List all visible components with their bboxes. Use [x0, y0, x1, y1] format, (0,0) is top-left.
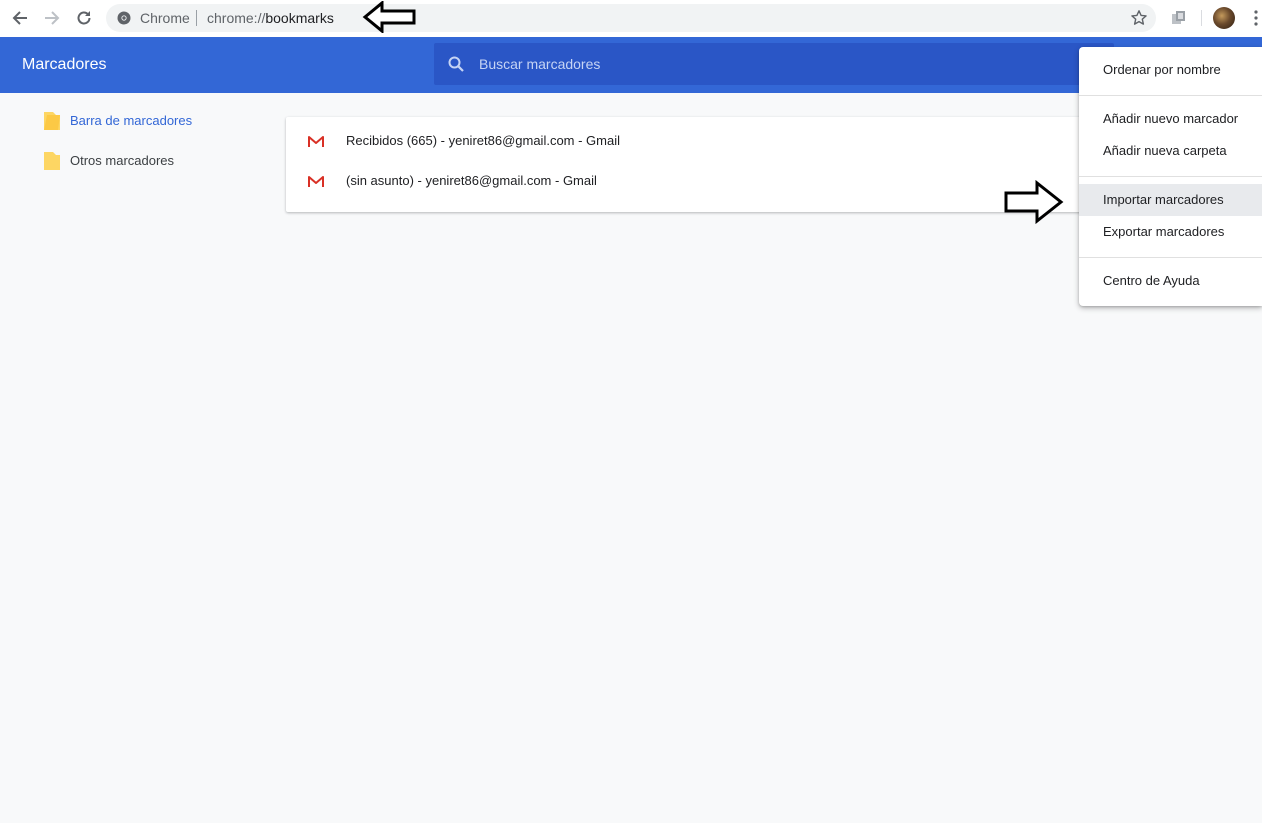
toolbar-separator	[1201, 10, 1202, 26]
sidebar-item-label: Otros marcadores	[70, 153, 175, 168]
annotation-arrow-right-icon	[1004, 180, 1064, 224]
menu-item-help-center[interactable]: Centro de Ayuda	[1079, 265, 1262, 297]
menu-item-add-folder[interactable]: Añadir nueva carpeta	[1079, 135, 1262, 167]
bookmark-title: Recibidos (665) - yeniret86@gmail.com - …	[346, 133, 621, 148]
sidebar-item-bookmarks-bar[interactable]: Barra de marcadores	[43, 111, 243, 133]
profile-avatar[interactable]	[1213, 7, 1235, 29]
url-scheme: chrome://	[207, 10, 266, 26]
chrome-page-icon	[117, 11, 131, 25]
reload-button[interactable]	[72, 6, 96, 30]
gmail-icon	[308, 136, 324, 147]
menu-divider	[1079, 257, 1262, 258]
sidebar-item-other-bookmarks[interactable]: Otros marcadores	[43, 151, 243, 173]
folder-open-icon	[44, 112, 60, 130]
menu-item-add-bookmark[interactable]: Añadir nuevo marcador	[1079, 103, 1262, 135]
back-arrow-icon	[12, 11, 27, 25]
forward-arrow-icon	[45, 11, 60, 25]
url-text[interactable]: chrome://bookmarks	[207, 10, 334, 26]
search-input[interactable]	[479, 43, 1079, 85]
bookmark-row[interactable]: (sin asunto) - yeniret86@gmail.com - Gma…	[286, 164, 1116, 204]
search-icon	[448, 56, 464, 72]
menu-item-sort-by-name[interactable]: Ordenar por nombre	[1079, 54, 1262, 86]
bookmarks-header: Marcadores	[0, 37, 1262, 93]
menu-divider	[1079, 176, 1262, 177]
bookmark-row[interactable]: Recibidos (665) - yeniret86@gmail.com - …	[286, 124, 1116, 164]
bookmark-title: (sin asunto) - yeniret86@gmail.com - Gma…	[346, 173, 597, 188]
menu-divider	[1079, 95, 1262, 96]
organize-menu: Ordenar por nombre Añadir nuevo marcador…	[1079, 47, 1262, 306]
site-name: Chrome	[140, 10, 190, 26]
gmail-icon	[308, 176, 324, 187]
forward-button[interactable]	[40, 6, 64, 30]
extension-icon[interactable]	[1170, 9, 1188, 27]
bookmark-star-icon[interactable]	[1130, 9, 1148, 27]
bookmark-list: Recibidos (665) - yeniret86@gmail.com - …	[286, 117, 1116, 212]
reload-icon	[77, 11, 91, 25]
page-title: Marcadores	[22, 56, 107, 73]
address-bar[interactable]: Chrome chrome://bookmarks	[106, 4, 1156, 32]
url-host: bookmarks	[265, 10, 334, 26]
annotation-arrow-left-icon	[362, 1, 416, 33]
chrome-menu-icon[interactable]	[1250, 9, 1262, 27]
folder-icon	[44, 152, 60, 170]
menu-item-export-bookmarks[interactable]: Exportar marcadores	[1079, 216, 1262, 248]
omnibox-separator	[196, 10, 197, 26]
search-box[interactable]	[434, 43, 1114, 85]
browser-toolbar: Chrome chrome://bookmarks	[0, 0, 1262, 37]
back-button[interactable]	[8, 6, 32, 30]
sidebar-item-label: Barra de marcadores	[70, 113, 193, 128]
menu-item-import-bookmarks[interactable]: Importar marcadores	[1079, 184, 1262, 216]
